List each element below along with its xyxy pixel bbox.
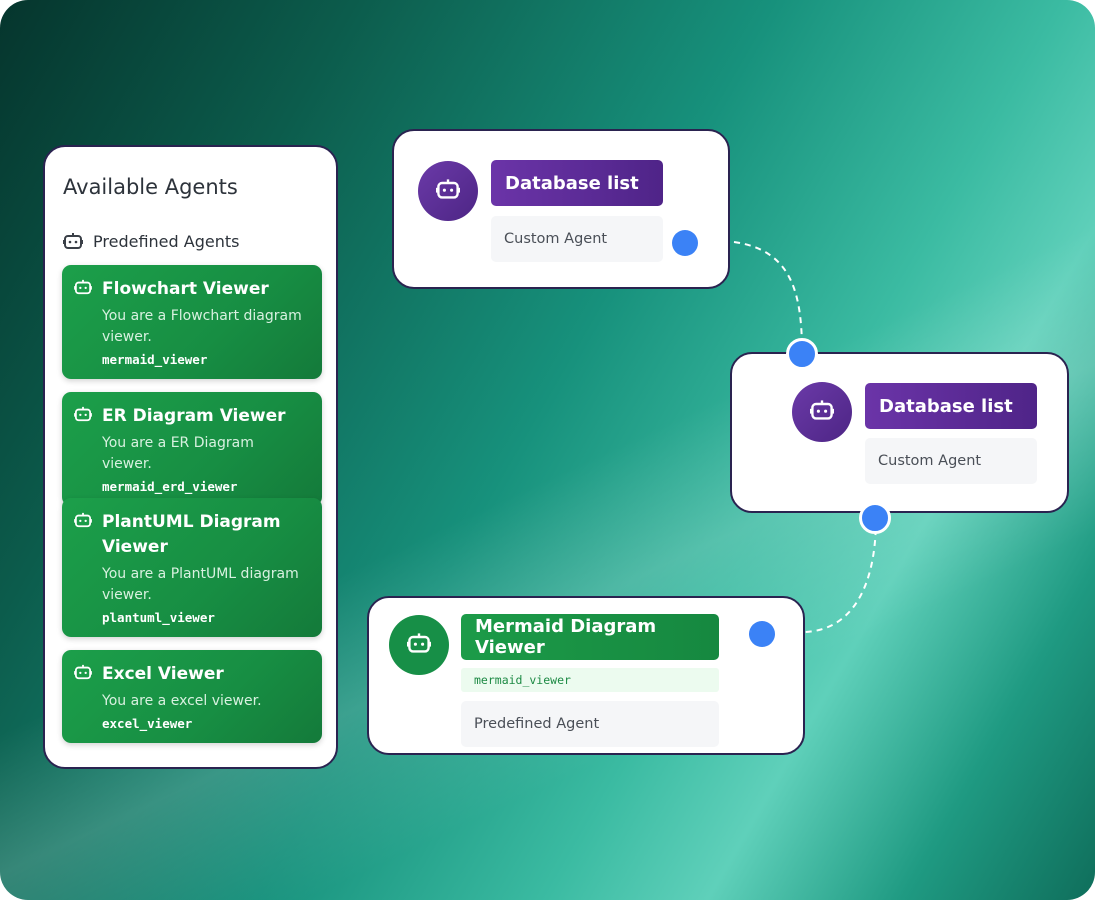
section-label: Predefined Agents xyxy=(93,231,240,251)
node-subtitle: Custom Agent xyxy=(865,438,1037,484)
agent-code: plantuml_viewer xyxy=(102,610,215,625)
robot-icon xyxy=(74,279,92,300)
agent-description: You are a ER Diagram viewer. xyxy=(102,435,254,472)
node-subtitle: Custom Agent xyxy=(491,216,663,262)
node-input-handle[interactable] xyxy=(786,338,818,370)
node-subtitle: Predefined Agent xyxy=(461,701,719,747)
node-output-handle[interactable] xyxy=(859,502,891,534)
node-title: Database list xyxy=(491,160,663,206)
node-code: mermaid_viewer xyxy=(461,668,719,692)
robot-icon xyxy=(63,232,83,250)
node-database-list-2[interactable]: Database list Custom Agent xyxy=(730,352,1069,513)
node-title: Mermaid Diagram Viewer xyxy=(461,614,719,660)
available-agents-panel: Available Agents Predefined Agents Flowc… xyxy=(43,145,338,769)
agent-code: excel_viewer xyxy=(102,716,193,731)
agent-card-er-diagram-viewer[interactable]: ER Diagram Viewer You are a ER Diagram v… xyxy=(62,392,322,506)
robot-icon xyxy=(74,406,92,427)
predefined-agents-header[interactable]: Predefined Agents xyxy=(63,227,321,255)
agent-code: mermaid_viewer xyxy=(102,352,208,367)
node-title: Database list xyxy=(865,383,1037,429)
robot-icon xyxy=(407,632,431,659)
agent-name: Flowchart Viewer xyxy=(102,279,269,299)
node-avatar xyxy=(792,382,852,442)
agent-description: You are a excel viewer. xyxy=(102,693,262,709)
agent-name: PlantUML Diagram Viewer xyxy=(102,512,281,557)
node-avatar xyxy=(389,615,449,675)
agent-name: ER Diagram Viewer xyxy=(102,406,286,426)
node-avatar xyxy=(418,161,478,221)
node-mermaid-diagram-viewer[interactable]: Mermaid Diagram Viewer mermaid_viewer Pr… xyxy=(367,596,805,755)
agent-card-flowchart-viewer[interactable]: Flowchart Viewer You are a Flowchart dia… xyxy=(62,265,322,379)
agent-description: You are a PlantUML diagram viewer. xyxy=(102,566,299,603)
agent-card-plantuml-diagram-viewer[interactable]: PlantUML Diagram Viewer You are a PlantU… xyxy=(62,498,322,637)
robot-icon xyxy=(436,178,460,205)
robot-icon xyxy=(74,512,92,533)
robot-icon xyxy=(810,399,834,426)
agent-description: You are a Flowchart diagram viewer. xyxy=(102,308,302,345)
robot-icon xyxy=(74,664,92,685)
node-input-handle[interactable] xyxy=(749,621,775,647)
agent-code: mermaid_erd_viewer xyxy=(102,479,238,494)
agent-name: Excel Viewer xyxy=(102,664,224,684)
agent-card-excel-viewer[interactable]: Excel Viewer You are a excel viewer. exc… xyxy=(62,650,322,743)
node-database-list-1[interactable]: Database list Custom Agent xyxy=(392,129,730,289)
node-output-handle[interactable] xyxy=(672,230,698,256)
panel-title: Available Agents xyxy=(63,175,238,199)
